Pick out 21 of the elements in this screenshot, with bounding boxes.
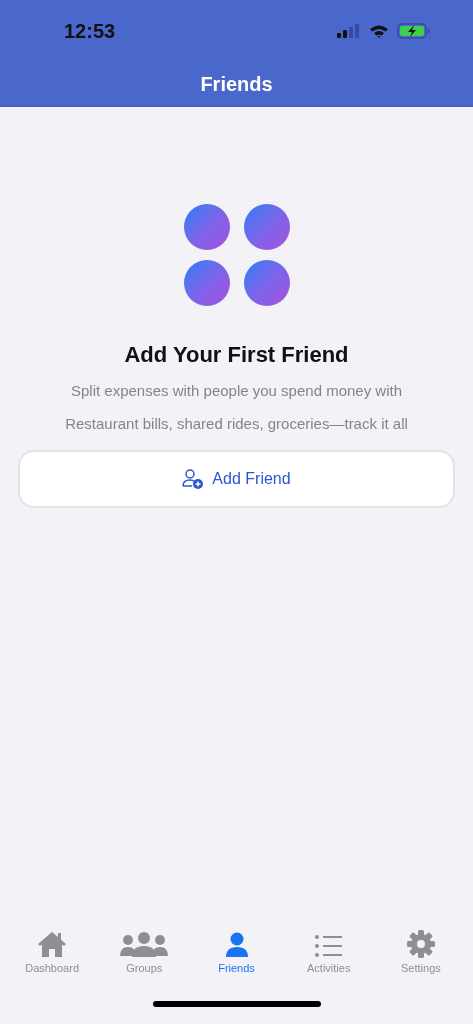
house-icon <box>37 930 68 958</box>
empty-state-description: Restaurant bills, shared rides, groceries—track it all <box>65 415 408 432</box>
tab-bar-item[interactable]: Friends <box>190 922 283 984</box>
settings-icon <box>406 930 435 958</box>
battery-charging-icon <box>397 23 431 39</box>
signal-icon <box>337 24 361 38</box>
screen-title: Friends <box>200 72 273 96</box>
group-icon <box>120 932 169 958</box>
add-person-icon <box>182 469 205 489</box>
tab-bar-item[interactable]: Groups <box>98 922 191 984</box>
person-icon <box>224 932 249 958</box>
add-friend-button[interactable]: Add Friend <box>18 450 455 508</box>
tab-bar-item[interactable]: Dashboard <box>6 922 99 984</box>
list-icon <box>314 934 343 958</box>
empty-state-title: Add Your First Friend <box>124 342 349 368</box>
four-dots-icon <box>183 204 290 308</box>
empty-state-description: Split expenses with people you spend money with <box>70 382 402 399</box>
tab-bar-item[interactable]: Activities <box>282 922 375 984</box>
wifi-icon <box>369 24 389 38</box>
tab-bar-item[interactable]: Settings <box>374 922 467 984</box>
status-time: 12:53 <box>64 19 116 43</box>
